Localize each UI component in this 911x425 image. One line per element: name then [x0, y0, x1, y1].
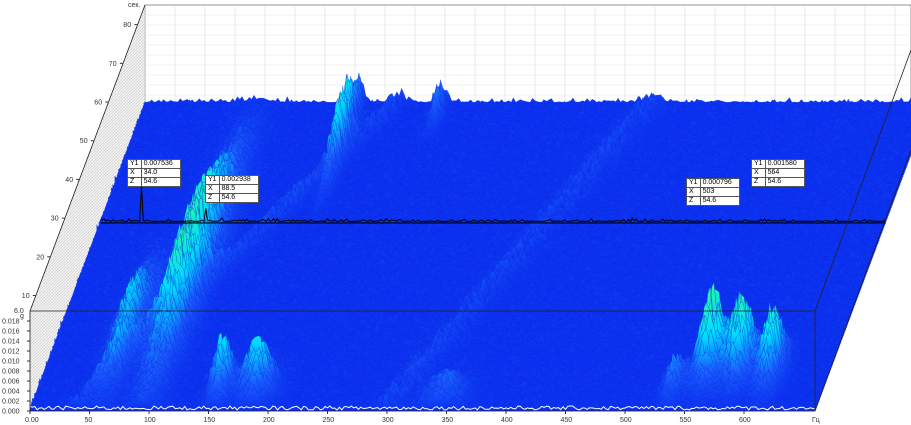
x-unit-label: Гц [812, 417, 820, 424]
z-tick-label: 70 [109, 61, 117, 68]
y-tick-label: 0.012 [2, 349, 20, 356]
label-y1: Y1 [205, 175, 220, 185]
label-z: Z [686, 196, 701, 206]
cursor-readout-1: Y1 0.007536 X 34.0 Z 54.6 [127, 159, 181, 187]
label-x: X [127, 168, 142, 178]
x-tick-label: 300 [382, 417, 394, 424]
x-tick-label: 450 [561, 417, 573, 424]
cursor-x: 88.5 [218, 184, 259, 194]
back-wall [144, 4, 911, 108]
z-tick-label: 60 [94, 100, 102, 107]
z-tick-label: 40 [65, 177, 73, 184]
cursor-readout-3: Y1 0.000796 X 503 Z 54.6 [686, 178, 740, 206]
waterfall-chart: 0.00 50 100 150 200 250 300 350 400 450 500 550 600 … [2, 2, 911, 424]
z-tick-label: 50 [80, 138, 88, 145]
spectrum-slices [29, 72, 911, 412]
z-tick-label: 20 [36, 254, 44, 261]
z-tick-label: 80 [123, 22, 131, 29]
label-z: Z [751, 177, 766, 187]
x-tick-label: 200 [263, 417, 275, 424]
x-axis-ticks: 0.00 50 100 150 200 250 300 350 400 450 500 550 600 [25, 411, 751, 424]
label-y1: Y1 [686, 178, 701, 188]
label-x: X [751, 168, 766, 178]
y-tick-label: 0.018 [2, 319, 20, 326]
cursor-y1: 0.007536 [140, 159, 181, 169]
cursor-y1: 0.001580 [764, 159, 805, 169]
cursor-z: 54.6 [764, 177, 805, 187]
x-tick-label: 150 [204, 417, 216, 424]
x-tick-label: 550 [680, 417, 692, 424]
cursor-y1: 0.002938 [218, 175, 259, 185]
x-tick-label: 0.00 [25, 417, 39, 424]
cursor-x: 503 [699, 187, 740, 197]
y-tick-label: 0.006 [2, 379, 20, 386]
label-y1: Y1 [127, 159, 142, 169]
label-z: Z [127, 177, 142, 187]
y-tick-label: 0.010 [2, 359, 20, 366]
z-tick-label: 10 [22, 293, 30, 300]
z-start-label: 6.0 [14, 308, 24, 315]
cursor-y1: 0.000796 [699, 178, 740, 188]
x-tick-label: 500 [620, 417, 632, 424]
x-tick-label: 250 [323, 417, 335, 424]
label-x: X [686, 187, 701, 197]
y-tick-label: 0.004 [2, 389, 20, 396]
y-tick-label: 0.000 [2, 409, 20, 416]
label-y1: Y1 [751, 159, 766, 169]
x-tick-label: 600 [739, 417, 751, 424]
cursor-z: 54.6 [218, 193, 259, 203]
label-x: X [205, 184, 220, 194]
cursor-readout-4: Y1 0.001580 X 564 Z 54.6 [751, 159, 805, 187]
label-z: Z [205, 193, 220, 203]
z-unit-label: сек. [128, 2, 140, 9]
x-tick-label: 350 [442, 417, 454, 424]
y-tick-label: 0.016 [2, 329, 20, 336]
x-tick-label: 100 [144, 417, 156, 424]
y-axis-ticks: 0.000 0.002 0.004 0.006 0.008 0.010 0.012 0.014… [2, 319, 30, 416]
cursor-x: 564 [764, 168, 805, 178]
cursor-z: 54.6 [140, 177, 181, 187]
cursor-x: 34.0 [140, 168, 181, 178]
x-tick-label: 50 [85, 417, 93, 424]
y-tick-label: 0.002 [2, 399, 20, 406]
x-tick-label: 400 [501, 417, 513, 424]
cursor-readout-2: Y1 0.002938 X 88.5 Z 54.6 [205, 175, 259, 203]
y-tick-label: 0.008 [2, 369, 20, 376]
y-tick-label: 0.014 [2, 339, 20, 346]
z-tick-label: 30 [51, 216, 59, 223]
cursor-z: 54.6 [699, 196, 740, 206]
